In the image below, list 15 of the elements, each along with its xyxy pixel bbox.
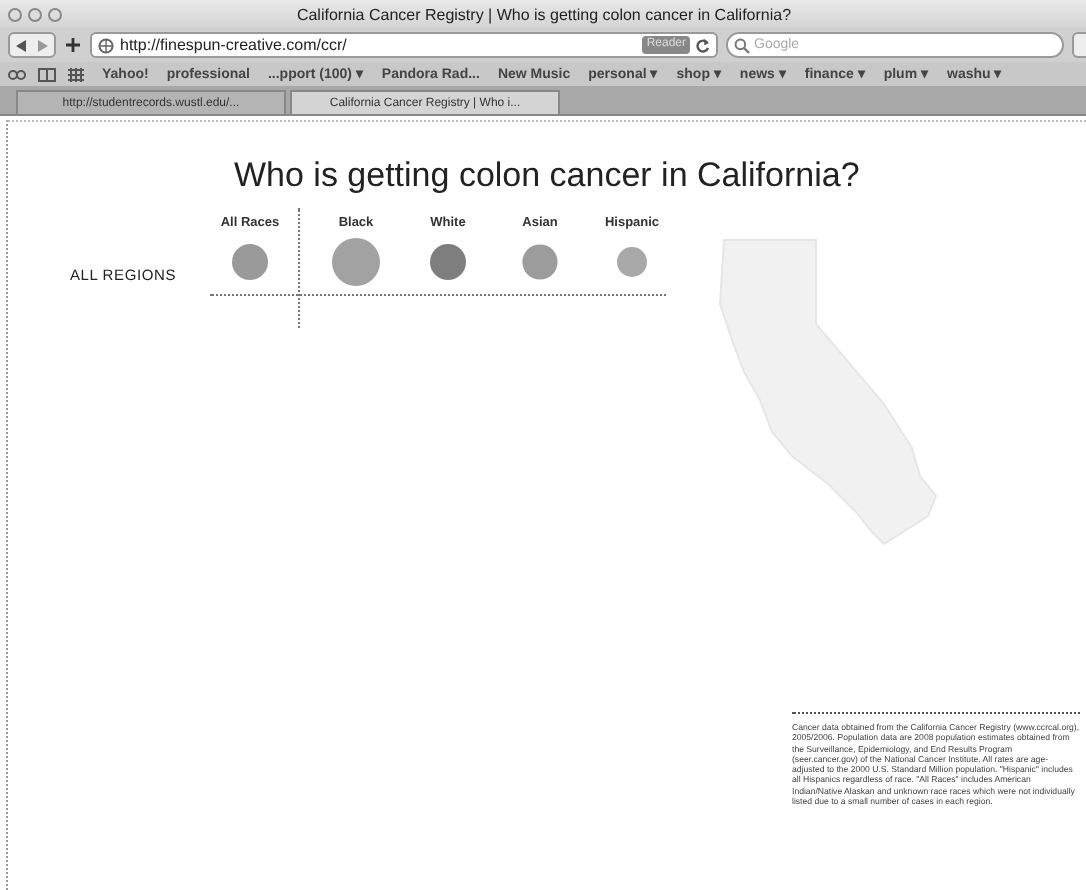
grid-icon[interactable] bbox=[68, 67, 84, 81]
forward-arrow-icon[interactable] bbox=[38, 39, 48, 51]
back-arrow-icon[interactable] bbox=[16, 39, 26, 51]
reading-list-icon[interactable] bbox=[8, 67, 26, 81]
reload-icon[interactable] bbox=[696, 37, 710, 53]
close-button[interactable] bbox=[8, 7, 22, 21]
search-icon bbox=[734, 38, 750, 54]
window-title: California Cancer Registry | Who is getting colon cancer in California? bbox=[294, 5, 794, 23]
globe-icon bbox=[98, 37, 114, 53]
page-heading: Who is getting colon cancer in California? bbox=[234, 156, 862, 196]
add-bookmark-button[interactable] bbox=[64, 36, 82, 54]
zoom-button[interactable] bbox=[48, 7, 62, 21]
toolbar-button[interactable] bbox=[1072, 32, 1086, 58]
bookmarks-book-icon[interactable] bbox=[38, 67, 56, 81]
minimize-button[interactable] bbox=[28, 7, 42, 21]
